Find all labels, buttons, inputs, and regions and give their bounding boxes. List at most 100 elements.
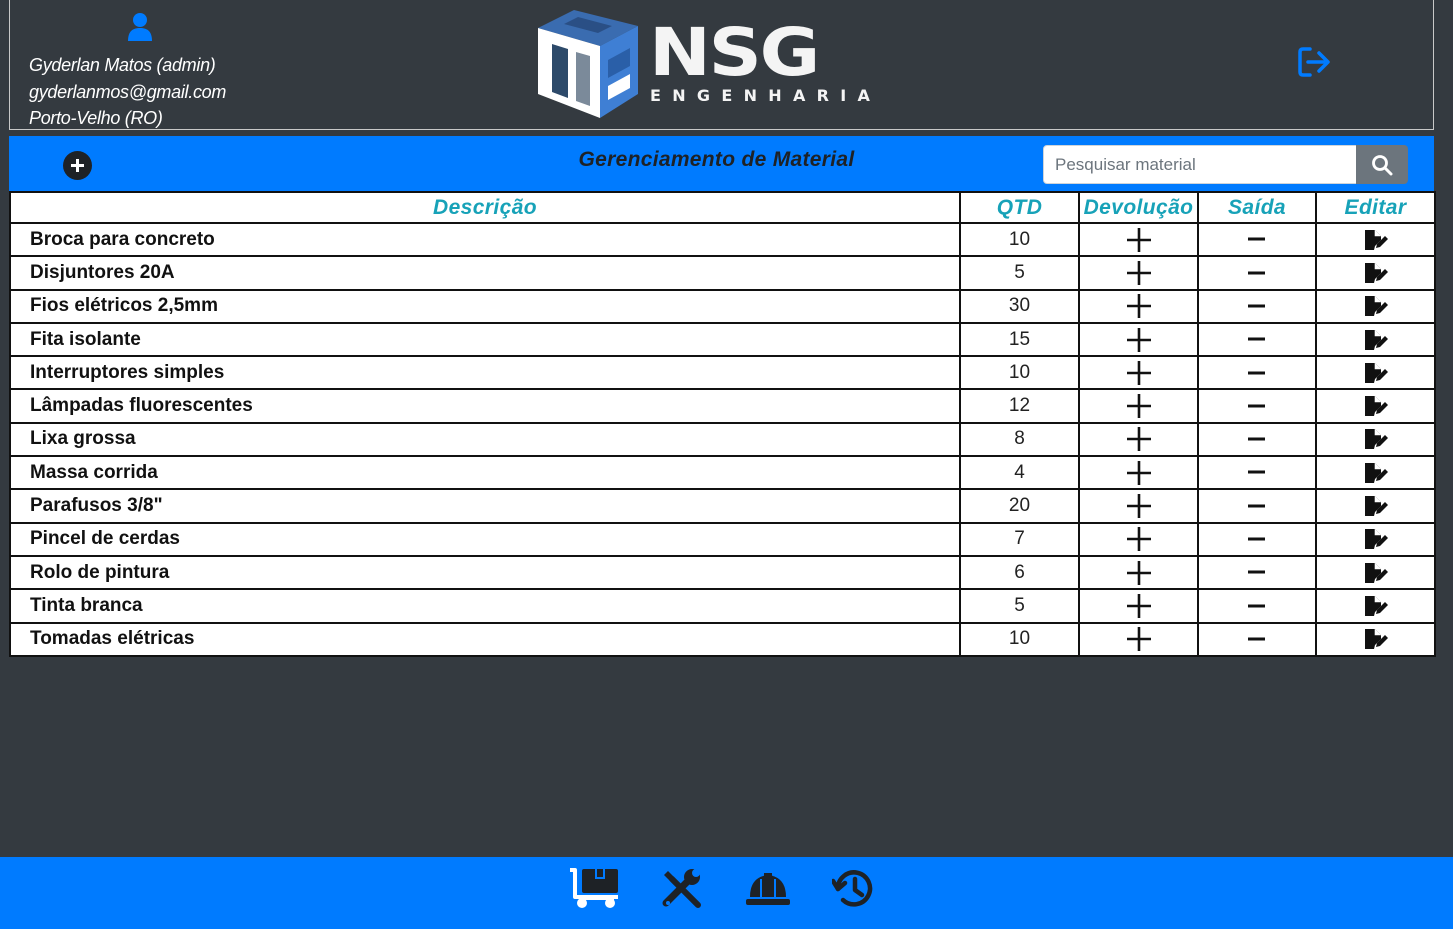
- dolly-boxes-icon[interactable]: [568, 867, 620, 909]
- saida-cell: [1197, 455, 1317, 491]
- material-table: Descrição QTD Devolução Saída Editar Bro…: [9, 191, 1436, 657]
- devolucao-cell: [1078, 521, 1199, 557]
- minus-icon[interactable]: [1247, 597, 1267, 614]
- saida-cell: [1197, 355, 1317, 391]
- devolucao-cell: [1078, 554, 1199, 591]
- minus-icon[interactable]: [1247, 397, 1267, 414]
- edit-icon[interactable]: [1363, 529, 1389, 550]
- plus-icon[interactable]: [1125, 560, 1153, 585]
- devolucao-cell: [1078, 488, 1199, 524]
- editar-cell: [1315, 421, 1436, 458]
- user-name: Gyderlan Matos (admin): [29, 55, 216, 75]
- logout-icon[interactable]: [1297, 45, 1333, 79]
- saida-cell: [1197, 554, 1317, 591]
- minus-icon[interactable]: [1247, 297, 1267, 314]
- saida-cell: [1197, 388, 1317, 424]
- tools-icon[interactable]: [660, 867, 704, 911]
- company-logo: NSG ENGENHARIA: [534, 8, 914, 120]
- material-qtd: 12: [959, 388, 1080, 424]
- edit-icon[interactable]: [1363, 462, 1389, 483]
- edit-icon[interactable]: [1363, 262, 1389, 283]
- saida-cell: [1197, 621, 1317, 657]
- material-description: Parafusos 3/8": [9, 488, 961, 524]
- table-row: Tinta branca 5: [9, 588, 1436, 624]
- devolucao-cell: [1078, 588, 1199, 624]
- hard-hat-icon[interactable]: [744, 867, 792, 911]
- plus-icon[interactable]: [1125, 394, 1153, 419]
- material-qtd: 20: [959, 488, 1080, 524]
- editar-cell: [1315, 288, 1436, 324]
- plus-icon[interactable]: [1125, 460, 1153, 485]
- search-icon: [1372, 155, 1393, 176]
- edit-icon[interactable]: [1363, 429, 1389, 450]
- devolucao-cell: [1078, 255, 1199, 291]
- material-qtd: 5: [959, 255, 1080, 291]
- history-icon[interactable]: [832, 867, 876, 911]
- plus-icon[interactable]: [1125, 593, 1153, 618]
- minus-icon[interactable]: [1247, 464, 1267, 481]
- table-row: Rolo de pintura 6: [9, 554, 1436, 591]
- plus-icon[interactable]: [1125, 227, 1153, 252]
- devolucao-cell: [1078, 421, 1199, 458]
- minus-icon[interactable]: [1247, 231, 1267, 248]
- table-row: Pincel de cerdas 7: [9, 521, 1436, 557]
- plus-icon[interactable]: [1125, 494, 1153, 519]
- edit-icon[interactable]: [1363, 629, 1389, 650]
- table-row: Massa corrida 4: [9, 455, 1436, 491]
- editar-cell: [1315, 355, 1436, 391]
- table-row: Broca para concreto 10: [9, 221, 1436, 258]
- plus-icon[interactable]: [1125, 627, 1153, 652]
- editar-cell: [1315, 221, 1436, 258]
- minus-icon[interactable]: [1247, 564, 1267, 581]
- column-header-qtd[interactable]: QTD: [959, 191, 1080, 224]
- material-qtd: 10: [959, 355, 1080, 391]
- edit-icon[interactable]: [1363, 362, 1389, 383]
- table-row: Fita isolante 15: [9, 321, 1436, 358]
- devolucao-cell: [1078, 355, 1199, 391]
- material-qtd: 30: [959, 288, 1080, 324]
- editar-cell: [1315, 388, 1436, 424]
- material-qtd: 15: [959, 321, 1080, 358]
- devolucao-cell: [1078, 221, 1199, 258]
- plus-icon[interactable]: [1125, 427, 1153, 452]
- material-qtd: 6: [959, 554, 1080, 591]
- editar-cell: [1315, 321, 1436, 358]
- material-qtd: 10: [959, 621, 1080, 657]
- column-header-saida: Saída: [1197, 191, 1317, 224]
- plus-icon[interactable]: [1125, 260, 1153, 285]
- user-location: Porto-Velho (RO): [29, 108, 163, 128]
- devolucao-cell: [1078, 321, 1199, 358]
- saida-cell: [1197, 421, 1317, 458]
- minus-icon[interactable]: [1247, 430, 1267, 447]
- plus-icon[interactable]: [1125, 294, 1153, 319]
- minus-icon[interactable]: [1247, 331, 1267, 348]
- plus-icon[interactable]: [1125, 327, 1153, 352]
- plus-icon[interactable]: [1125, 527, 1153, 552]
- plus-icon[interactable]: [1125, 360, 1153, 385]
- edit-icon[interactable]: [1363, 595, 1389, 616]
- minus-icon[interactable]: [1247, 497, 1267, 514]
- edit-icon[interactable]: [1363, 496, 1389, 517]
- edit-icon[interactable]: [1363, 229, 1389, 250]
- editar-cell: [1315, 521, 1436, 557]
- minus-icon[interactable]: [1247, 630, 1267, 647]
- material-description: Tinta branca: [9, 588, 961, 624]
- editar-cell: [1315, 554, 1436, 591]
- minus-icon[interactable]: [1247, 264, 1267, 281]
- edit-icon[interactable]: [1363, 396, 1389, 417]
- material-description: Interruptores simples: [9, 355, 961, 391]
- edit-icon[interactable]: [1363, 329, 1389, 350]
- minus-icon[interactable]: [1247, 364, 1267, 381]
- material-qtd: 5: [959, 588, 1080, 624]
- minus-icon[interactable]: [1247, 530, 1267, 547]
- search-button[interactable]: [1356, 145, 1408, 184]
- search-input[interactable]: [1043, 145, 1357, 184]
- column-header-description[interactable]: Descrição: [9, 191, 961, 224]
- edit-icon[interactable]: [1363, 562, 1389, 583]
- app-header: Gyderlan Matos (admin) gyderlanmos@gmail…: [9, 0, 1434, 130]
- edit-icon[interactable]: [1363, 296, 1389, 317]
- material-description: Disjuntores 20A: [9, 255, 961, 291]
- logo-subtitle: ENGENHARIA: [650, 86, 882, 105]
- material-qtd: 10: [959, 221, 1080, 258]
- saida-cell: [1197, 288, 1317, 324]
